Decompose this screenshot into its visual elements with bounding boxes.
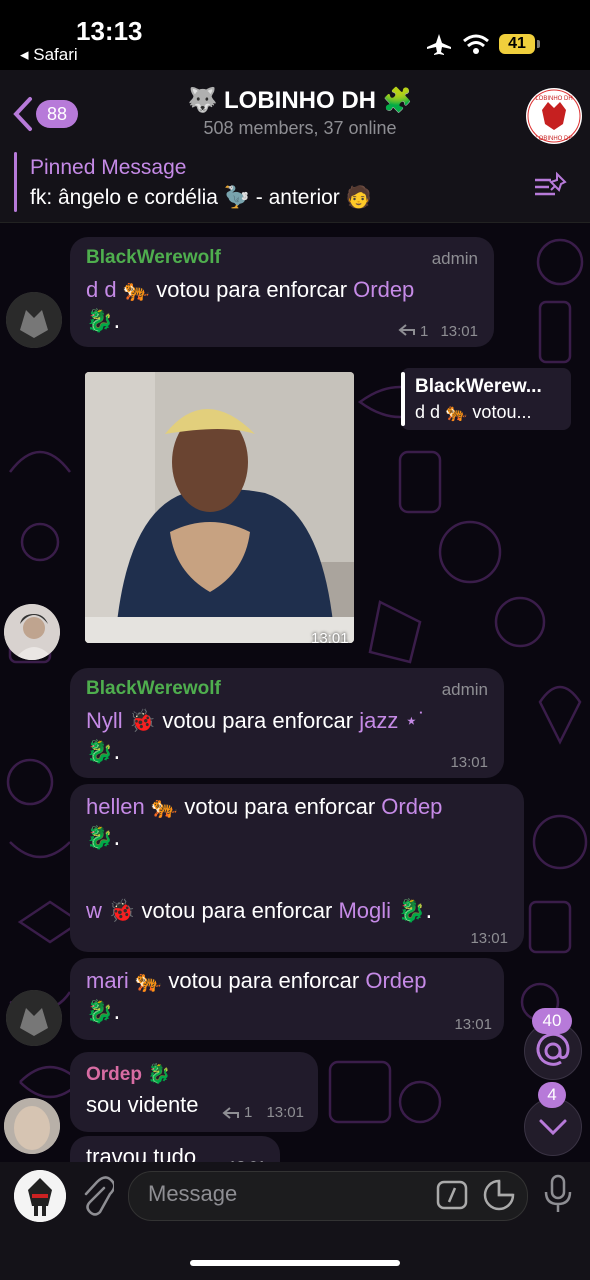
message-time: 13:01 bbox=[440, 323, 478, 340]
back-to-safari-link[interactable]: ◂ Safari bbox=[20, 45, 78, 65]
pinned-list-icon[interactable] bbox=[533, 170, 569, 200]
dragon-emoji: 🐉. bbox=[86, 826, 121, 851]
message-time: 13:01 bbox=[470, 930, 508, 947]
member-count: 508 members, 37 online bbox=[203, 118, 397, 138]
vote-action: votou para enforcar bbox=[135, 898, 339, 923]
pinned-label: Pinned Message bbox=[30, 156, 187, 179]
reply-count[interactable]: 1 bbox=[420, 323, 428, 340]
status-time: 13:13 bbox=[76, 16, 143, 46]
logo-text-top: LOBINHO DH bbox=[535, 96, 572, 102]
dragon-emoji: 🐉. bbox=[86, 1000, 121, 1025]
back-chevron-icon[interactable] bbox=[10, 96, 36, 132]
photo-time: 13:01 bbox=[311, 630, 349, 643]
target-name[interactable]: Mogli bbox=[338, 898, 391, 923]
message-time: 13:01 bbox=[450, 754, 488, 771]
group-avatar[interactable]: LOBINHO DH LOBINHO DH bbox=[526, 88, 582, 144]
target-name[interactable]: Ordep bbox=[353, 277, 414, 302]
sender-name-text: Ordep bbox=[86, 1064, 142, 1085]
chat-title-text: LOBINHO DH bbox=[224, 87, 376, 114]
vote-text: Nyll 🐞 votou para enforcar jazz ⋆˙ bbox=[86, 708, 426, 734]
reply-count[interactable]: 1 bbox=[244, 1104, 252, 1121]
vote-action: votou para enforcar bbox=[178, 794, 382, 819]
message-bubble[interactable]: Ordep 🐉 sou vidente 1 13:01 bbox=[70, 1052, 318, 1132]
reply-preview-bar bbox=[401, 372, 405, 426]
mentions-count-badge: 40 bbox=[532, 1008, 572, 1034]
send-as-avatar[interactable] bbox=[14, 1170, 66, 1222]
avatar-user-photo[interactable] bbox=[4, 604, 60, 660]
avatar-ordep[interactable] bbox=[4, 1098, 60, 1154]
sender-name[interactable]: Ordep 🐉 bbox=[86, 1062, 171, 1086]
message-placeholder: Message bbox=[148, 1181, 238, 1206]
character-avatar-icon bbox=[14, 1170, 66, 1222]
commands-icon[interactable] bbox=[436, 1180, 468, 1210]
ladybug-emoji: 🐞 bbox=[128, 709, 157, 734]
sender-name[interactable]: BlackWerewolf bbox=[86, 247, 221, 269]
target-suffix: ⋆˙ bbox=[398, 708, 426, 733]
wolf-avatar-icon bbox=[6, 292, 62, 348]
target-name[interactable]: Ordep bbox=[365, 968, 426, 993]
admin-label: admin bbox=[431, 249, 478, 268]
message-bubble[interactable]: hellen 🐅 votou para enforcar Ordep 🐉. w … bbox=[70, 784, 524, 952]
voter-name[interactable]: mari bbox=[86, 968, 129, 993]
tiger-emoji: 🐅 bbox=[134, 969, 163, 994]
vote-action: votou para enforcar bbox=[150, 277, 354, 302]
wifi-icon bbox=[463, 34, 489, 54]
target-name[interactable]: jazz bbox=[359, 708, 398, 733]
voter-name[interactable]: Nyll bbox=[86, 708, 123, 733]
reply-preview-title: BlackWerew... bbox=[415, 376, 542, 397]
vote-action: votou para enforcar bbox=[156, 708, 360, 733]
ladybug-emoji: 🐞 bbox=[108, 899, 136, 924]
vote-text: d d 🐅 votou para enforcar Ordep bbox=[86, 277, 414, 303]
message-bubble[interactable]: BlackWerewolf admin d d 🐅 votou para enf… bbox=[70, 237, 494, 347]
avatar-blackwerewolf[interactable] bbox=[6, 990, 62, 1046]
wolf-emoji: 🐺 bbox=[187, 86, 218, 114]
chat-title[interactable]: 🐺 LOBINHO DH 🧩 bbox=[140, 86, 460, 115]
message-text: sou vidente bbox=[86, 1092, 199, 1117]
vote-text: mari 🐅 votou para enforcar Ordep bbox=[86, 968, 426, 994]
battery-level: 41 bbox=[499, 34, 535, 54]
voter-name[interactable]: w bbox=[86, 898, 102, 923]
microphone-icon[interactable] bbox=[542, 1174, 574, 1214]
message-time: 13:01 bbox=[454, 1016, 492, 1033]
unread-count-badge: 4 bbox=[538, 1082, 566, 1108]
person-avatar-icon bbox=[4, 604, 60, 660]
target-name[interactable]: Ordep bbox=[381, 794, 442, 819]
puzzle-emoji: 🧩 bbox=[382, 86, 413, 114]
tiger-emoji: 🐅 bbox=[150, 795, 179, 820]
photo-message[interactable]: 13:01 bbox=[85, 372, 354, 643]
avatar-blackwerewolf[interactable] bbox=[6, 292, 62, 348]
vote-text: w 🐞 votou para enforcar Mogli 🐉. bbox=[86, 898, 432, 924]
wolf-logo-icon: LOBINHO DH LOBINHO DH bbox=[527, 89, 581, 143]
wolf-avatar-icon bbox=[6, 990, 62, 1046]
unread-chats-badge[interactable]: 88 bbox=[36, 100, 78, 128]
dragon-emoji: 🐉. bbox=[391, 899, 433, 924]
dragon-emoji: 🐉 bbox=[147, 1063, 171, 1085]
message-bubble[interactable]: mari 🐅 votou para enforcar Ordep 🐉. 13:0… bbox=[70, 958, 504, 1040]
home-indicator bbox=[190, 1260, 400, 1266]
vote-action: votou para enforcar bbox=[162, 968, 366, 993]
battery-tip bbox=[537, 40, 540, 48]
dragon-emoji: 🐉. bbox=[86, 309, 121, 334]
attach-paperclip-icon[interactable] bbox=[78, 1176, 114, 1216]
sticker-icon[interactable] bbox=[482, 1178, 516, 1212]
reply-arrow-icon bbox=[222, 1107, 239, 1119]
vote-text: hellen 🐅 votou para enforcar Ordep bbox=[86, 794, 442, 820]
sender-name[interactable]: BlackWerewolf bbox=[86, 678, 221, 700]
airplane-icon bbox=[427, 34, 451, 55]
reply-preview-text: d d 🐅 votou... bbox=[415, 402, 532, 422]
dragon-emoji: 🐉. bbox=[86, 740, 121, 765]
face-avatar-icon bbox=[4, 1098, 60, 1154]
pinned-text: fk: ângelo e cordélia 🦤 - anterior 🧑 bbox=[30, 186, 372, 209]
photo-image bbox=[85, 372, 354, 643]
voter-name[interactable]: hellen bbox=[86, 794, 145, 819]
admin-label: admin bbox=[441, 680, 488, 699]
message-bubble[interactable]: BlackWerewolf admin Nyll 🐞 votou para en… bbox=[70, 668, 504, 778]
reply-preview[interactable]: BlackWerew... d d 🐅 votou... bbox=[401, 368, 571, 430]
reply-arrow-icon bbox=[398, 324, 415, 336]
voter-name[interactable]: d d bbox=[86, 277, 117, 302]
pinned-indicator bbox=[14, 152, 17, 212]
tiger-emoji: 🐅 bbox=[122, 278, 151, 303]
message-time: 13:01 bbox=[266, 1104, 304, 1121]
